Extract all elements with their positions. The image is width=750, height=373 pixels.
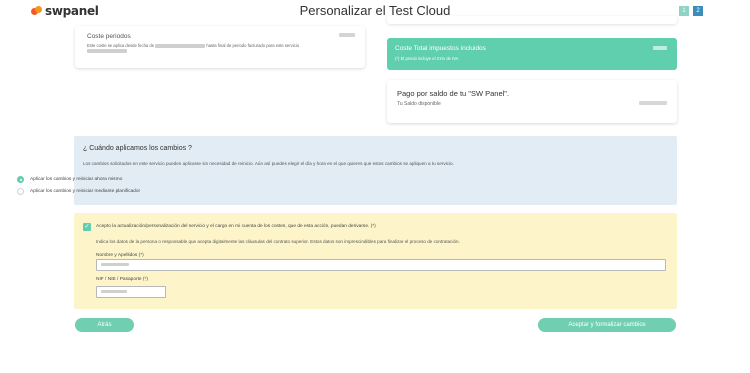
pago-saldo-card: Pago por saldo de tu "SW Panel". Tu Sald… <box>387 80 677 123</box>
pago-subtitle: Tu Saldo disponible <box>397 101 441 107</box>
redacted-nif <box>101 290 127 294</box>
name-input[interactable] <box>96 259 666 271</box>
step-1: 1 <box>679 6 689 16</box>
accept-text: Acepto la actualización/personalización … <box>96 224 376 229</box>
pago-title: Pago por saldo de tu "SW Panel". <box>397 89 510 98</box>
option-label: Aplicar los cambios y reiniciar mediante… <box>30 189 141 194</box>
cambios-title: ¿ Cuándo aplicamos los cambios ? <box>83 145 192 152</box>
coste-total-card: Coste Total impuestos incluidos (*) El p… <box>387 38 677 70</box>
redacted-name <box>101 263 129 267</box>
option-label: Aplicar los cambios y reiniciar ahora mi… <box>30 177 123 182</box>
total-note: (*) El precio incluye el 21% de IVA <box>395 56 459 61</box>
redacted-date <box>155 43 206 48</box>
coste-value-redacted <box>339 33 355 37</box>
accept-panel: ✓ Acepto la actualización/personalizació… <box>74 213 677 309</box>
coste-desc-a: Este coste se aplica desde fecha de <box>87 43 155 48</box>
total-title: Coste Total impuestos incluidos <box>395 45 486 52</box>
coste-desc-b: hasta final de periodo facturado para es… <box>206 43 300 48</box>
previous-card-bottom <box>387 16 677 24</box>
accept-submit-button[interactable]: Aceptar y formalizar cambios <box>538 318 676 332</box>
coste-periodos-card: Coste periodos Este coste se aplica desd… <box>75 26 365 68</box>
indica-text: Indica los datos de la persona o respons… <box>96 239 460 244</box>
redacted-date <box>87 49 127 54</box>
radio-button[interactable] <box>17 176 24 183</box>
nif-input[interactable] <box>96 286 166 298</box>
cambios-panel: ¿ Cuándo aplicamos los cambios ? Los cam… <box>74 136 677 205</box>
option-apply-scheduler[interactable]: Aplicar los cambios y reiniciar mediante… <box>17 188 140 195</box>
name-label: Nombre y Apellidos (*) <box>96 253 144 258</box>
back-button[interactable]: Atrás <box>75 318 134 332</box>
total-value-redacted <box>653 46 667 50</box>
radio-button[interactable] <box>17 188 24 195</box>
nif-label: NIF / NIE / Pasaporte (*) <box>96 277 148 282</box>
step-2: 2 <box>693 6 703 16</box>
option-apply-now[interactable]: Aplicar los cambios y reiniciar ahora mi… <box>17 176 122 183</box>
saldo-value-redacted <box>639 101 667 105</box>
cambios-description: Los cambios solicitados en este servicio… <box>83 161 454 166</box>
accept-checkbox[interactable]: ✓ <box>83 223 91 231</box>
coste-title: Coste periodos <box>87 33 131 40</box>
coste-description: Este coste se aplica desde fecha de hast… <box>87 43 337 54</box>
